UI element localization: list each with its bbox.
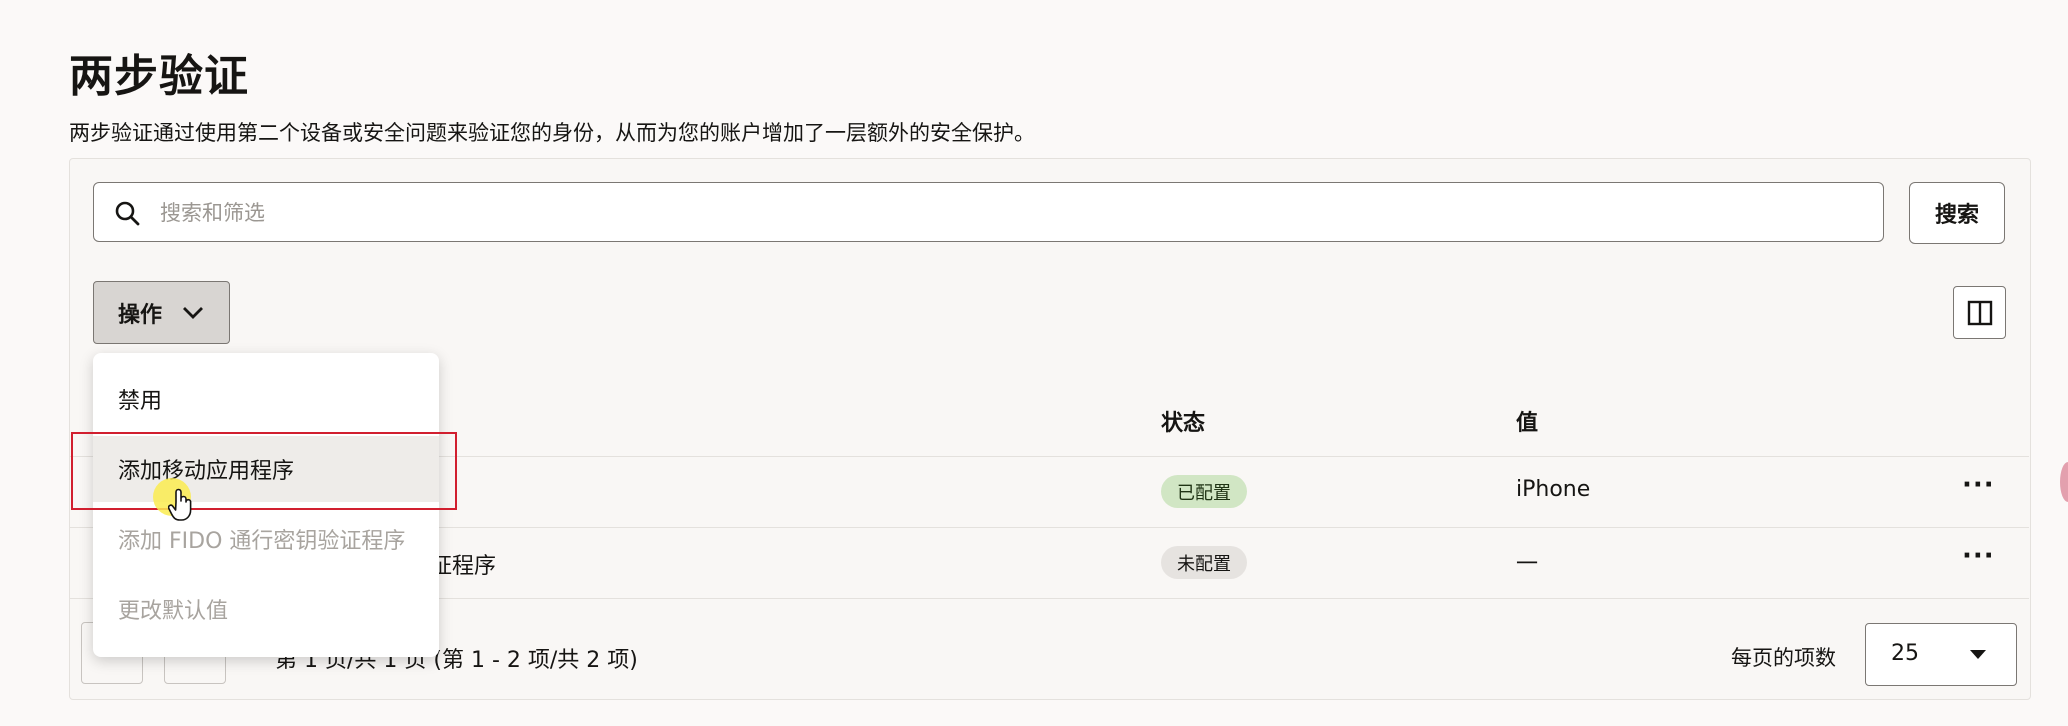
edge-indicator (2060, 462, 2068, 502)
row-actions-button[interactable]: ··· (1962, 541, 1995, 571)
caret-down-icon (1970, 650, 1986, 659)
column-header-status[interactable]: 状态 (1161, 405, 1205, 437)
status-badge: 已配置 (1161, 475, 1247, 508)
search-button[interactable]: 搜索 (1909, 182, 2005, 244)
hand-cursor-icon (168, 488, 192, 521)
row-name: 证程序 (430, 554, 497, 579)
search-input[interactable] (158, 183, 1862, 243)
search-icon (115, 201, 140, 226)
row-value: iPhone (1516, 477, 1591, 502)
highlight-box (71, 432, 457, 510)
per-page-value: 25 (1891, 641, 1919, 666)
row-actions-button[interactable]: ··· (1962, 470, 1995, 500)
status-badge: 未配置 (1161, 546, 1247, 579)
columns-toggle-button[interactable] (1953, 286, 2006, 339)
page-description: 两步验证通过使用第二个设备或安全问题来验证您的身份，从而为您的账户增加了一层额外… (69, 121, 1035, 145)
menu-item-add-fido-passkey: 添加 FIDO 通行密钥验证程序 (118, 529, 406, 554)
search-box[interactable] (93, 182, 1884, 243)
columns-icon (1967, 300, 1992, 325)
menu-item-change-default: 更改默认值 (118, 599, 229, 624)
page-title: 两步验证 (69, 51, 249, 102)
per-page-label: 每页的项数 (1731, 646, 1836, 670)
actions-button[interactable]: 操作 (93, 281, 230, 344)
per-page-select[interactable]: 25 (1865, 623, 2017, 686)
chevron-down-icon (183, 306, 204, 319)
menu-item-disable[interactable]: 禁用 (93, 366, 439, 432)
column-header-value[interactable]: 值 (1516, 405, 1538, 437)
row-value: 一 (1516, 552, 1539, 577)
actions-label: 操作 (118, 302, 163, 328)
